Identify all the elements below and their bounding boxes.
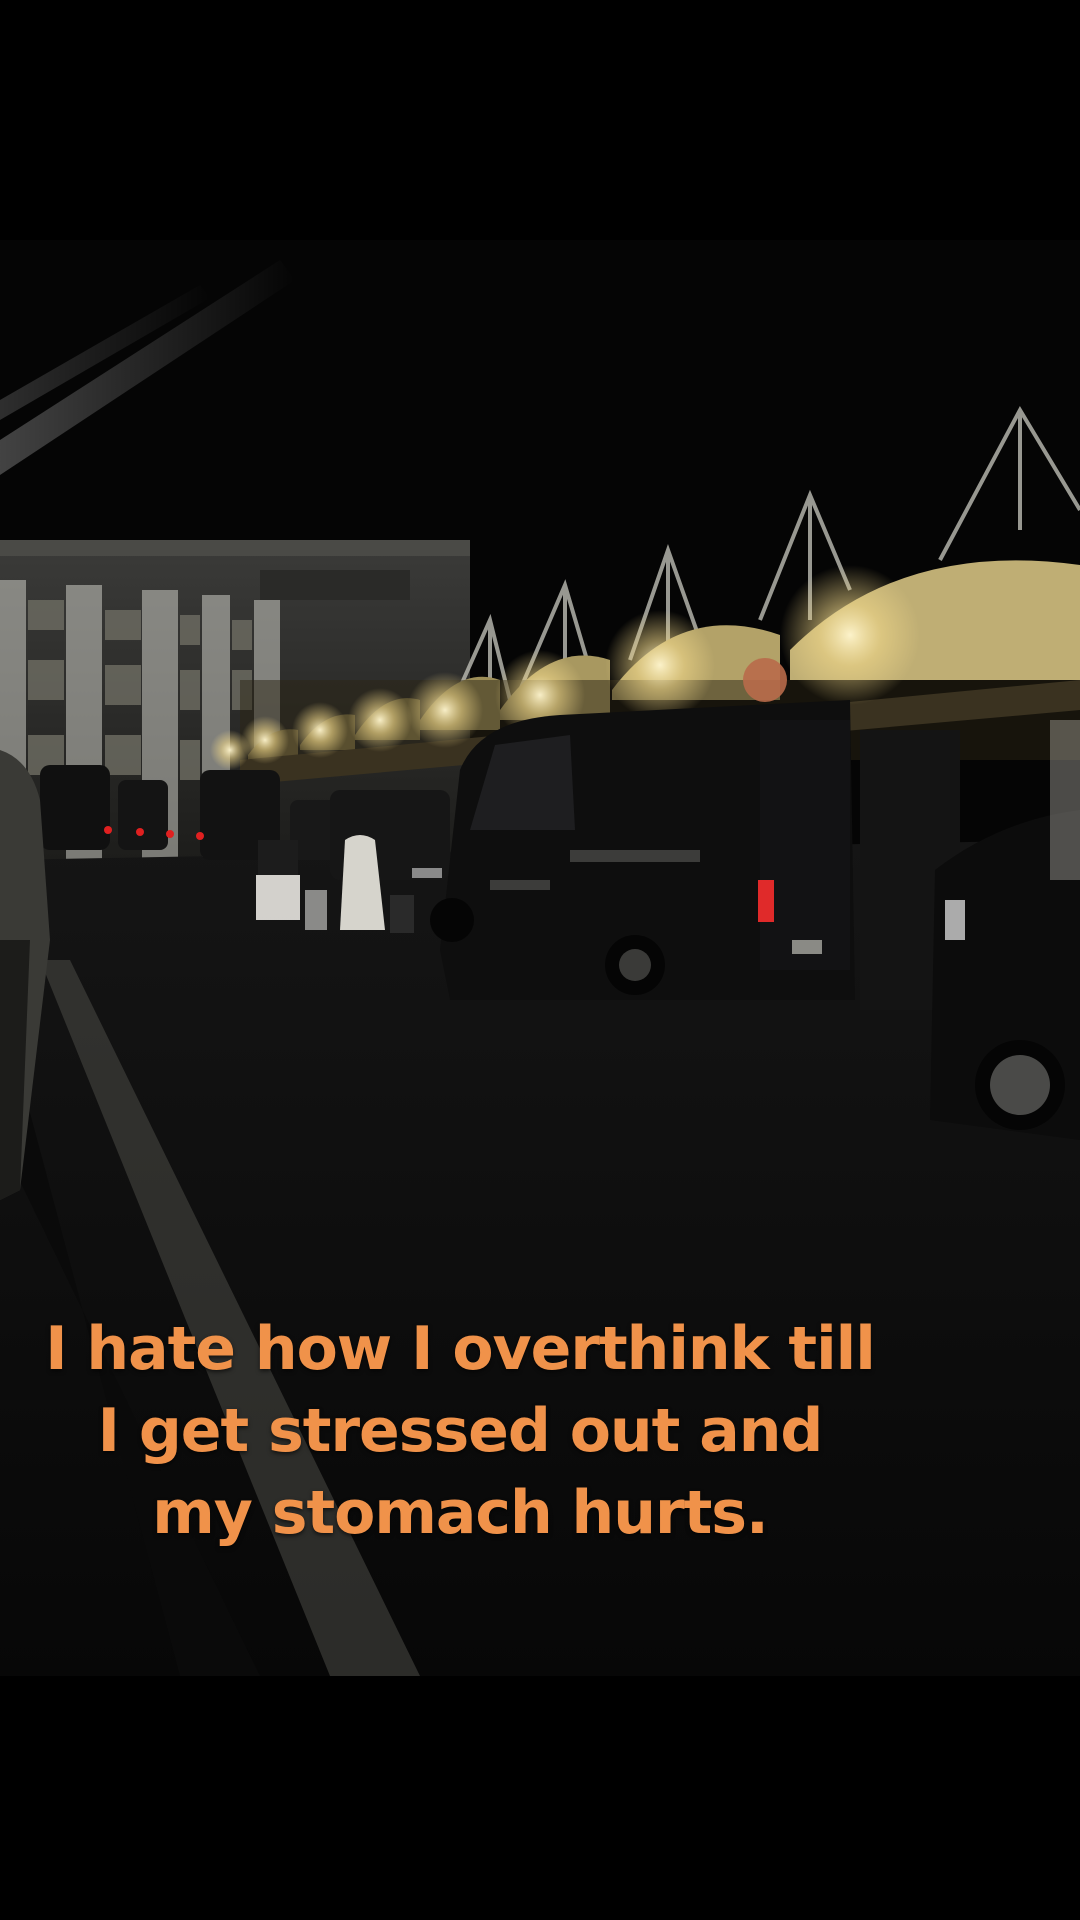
overlay-caption: I hate how I overthink till I get stress… — [45, 1314, 876, 1548]
video-frame: I hate how I overthink till I get stress… — [0, 0, 1080, 1920]
